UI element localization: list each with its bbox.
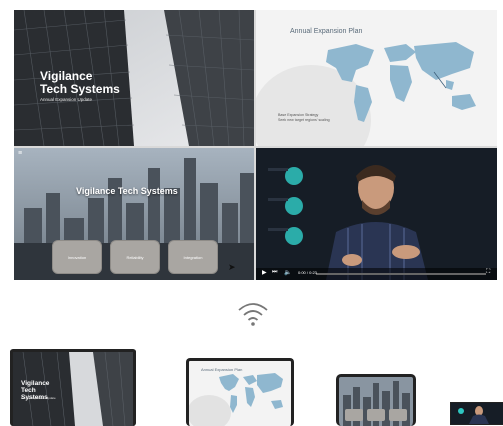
volume-icon[interactable]: 🔈	[284, 269, 291, 276]
tablet-screen[interactable]: Annual Expansion Plan	[189, 361, 291, 426]
slide-city-thumbnail[interactable]: ≡ Vigilance Tech Systems Innovation Reli…	[14, 148, 254, 280]
video-time: 0:00 / 0:23	[298, 270, 317, 275]
menu-icon[interactable]: ≡	[18, 150, 22, 157]
presenter-video-frame	[256, 148, 497, 280]
shared-display: Vigilance Tech Systems Annual Expansion …	[14, 10, 497, 280]
play-icon[interactable]: ▶	[262, 269, 267, 276]
tablet-map-image	[189, 373, 283, 426]
wifi-icon	[238, 303, 268, 326]
tablet-device: Annual Expansion Plan	[186, 358, 294, 426]
watch-device[interactable]	[450, 402, 503, 425]
laptop-device: Vigilance Tech Systems Annual Expansion …	[10, 349, 136, 426]
tile-innovation[interactable]: Innovation	[52, 240, 102, 274]
map-note: Base Expansion Strategy Seek new target …	[278, 113, 330, 122]
laptop-screen[interactable]: Vigilance Tech Systems Annual Expansion …	[13, 352, 133, 426]
cover-subtitle: Annual Expansion Update	[40, 97, 93, 102]
watch-video-image	[458, 406, 489, 424]
fullscreen-icon[interactable]: ⛶	[486, 269, 490, 276]
phone-city-image	[339, 377, 413, 426]
world-map-image	[256, 42, 476, 146]
laptop-subtitle: Annual Expansion Update	[21, 396, 56, 400]
tile-reliability[interactable]: Reliability	[110, 240, 160, 274]
tile-integration[interactable]: Integration	[168, 240, 218, 274]
slide-cover-thumbnail[interactable]: Vigilance Tech Systems Annual Expansion …	[14, 10, 254, 146]
phone-device	[336, 374, 416, 426]
cursor-icon: ➤	[228, 262, 236, 272]
slide-map-thumbnail[interactable]: Annual Expansion Plan Base Expansion Str…	[256, 10, 497, 146]
skip-icon[interactable]: ⏭	[272, 269, 277, 276]
city-title: Vigilance Tech Systems	[76, 186, 178, 196]
video-player[interactable]: ▶ ⏭ 🔈 0:00 / 0:23 ⛶	[256, 148, 497, 280]
cover-title: Vigilance Tech Systems	[40, 69, 120, 96]
phone-screen[interactable]	[339, 377, 413, 426]
